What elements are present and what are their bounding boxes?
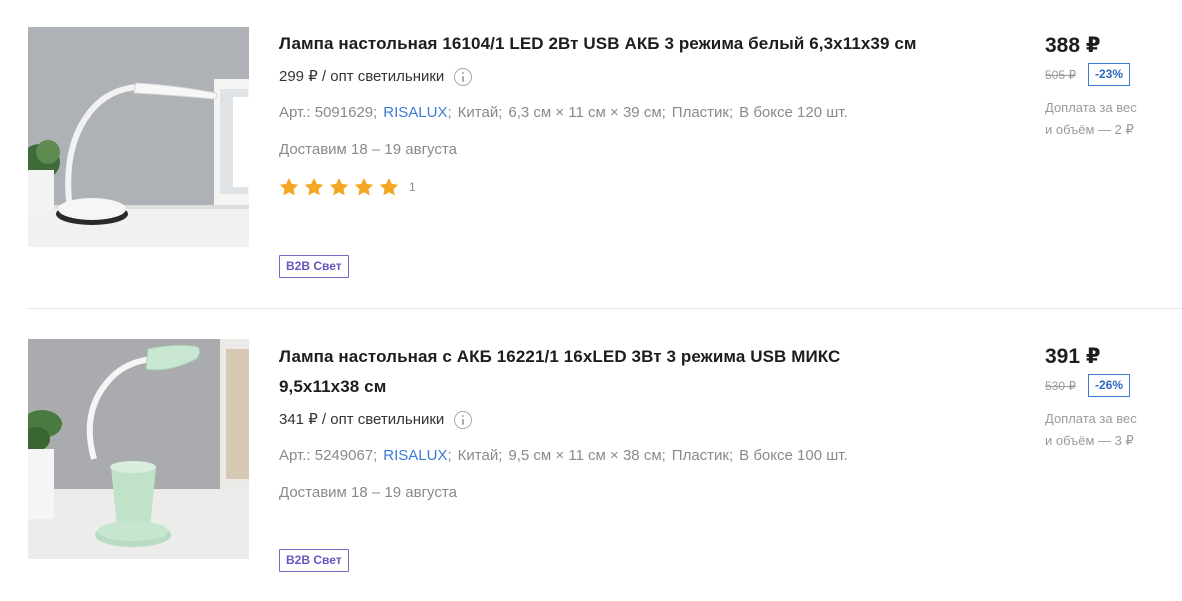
old-price-row: 505 ₽ -23% (1045, 63, 1175, 86)
product-image[interactable] (28, 27, 249, 247)
product-attributes: Арт.: 5249067; RISALUX; Китай; 9,5 см × 11 … (279, 447, 848, 464)
discount-badge: -23% (1088, 63, 1131, 86)
white-desk-lamp-image (28, 27, 249, 247)
box-quantity: В боксе 100 шт. (739, 447, 848, 464)
product-card: Лампа настольная 16104/1 LED 2Вт USB АКБ… (0, 0, 1182, 308)
opt-price-row: 341 ₽ / опт светильники (279, 409, 979, 431)
brand-link[interactable]: RISALUX (383, 447, 447, 464)
country: Китай; (457, 104, 503, 121)
extra-charge-note: Доплата за вес и объём — 2 ₽ (1045, 97, 1155, 141)
opt-price-row: 299 ₽ / опт светильники (279, 66, 979, 88)
mint-desk-lamp-image (28, 339, 249, 559)
star-icon (329, 178, 349, 196)
price-block: 388 ₽ 505 ₽ -23% Доплата за вес и объём … (1045, 33, 1175, 141)
star-icon (379, 178, 399, 196)
old-price: 505 ₽ (1045, 67, 1076, 82)
opt-price: 341 ₽ / опт светильники (279, 411, 445, 428)
current-price: 391 ₽ (1045, 345, 1101, 368)
info-icon[interactable] (454, 68, 473, 86)
delivery-date: Доставим 18 – 19 августа (279, 141, 457, 158)
extra-charge-line: и объём — 3 ₽ (1045, 433, 1134, 448)
product-attributes: Арт.: 5091629; RISALUX; Китай; 6,3 см × 11 … (279, 104, 848, 121)
star-icon (304, 178, 324, 196)
old-price-row: 530 ₽ -26% (1045, 374, 1175, 397)
opt-price: 299 ₽ / опт светильники (279, 68, 445, 85)
material: Пластик; (671, 447, 734, 464)
rating[interactable]: 1 (279, 177, 979, 197)
extra-charge-note: Доплата за вес и объём — 3 ₽ (1045, 408, 1155, 452)
product-info: Лампа настольная с АКБ 16221/1 16хLED 3В… (279, 342, 979, 504)
extra-charge-line: Доплата за вес (1045, 411, 1137, 426)
article: Арт.: 5091629; (279, 104, 378, 121)
brand-link[interactable]: RISALUX (383, 104, 447, 121)
dimensions: 6,3 см × 11 см × 39 см; (508, 104, 666, 121)
product-title[interactable]: Лампа настольная 16104/1 LED 2Вт USB АКБ… (279, 29, 979, 59)
extra-charge-line: и объём — 2 ₽ (1045, 122, 1134, 137)
delivery-date: Доставим 18 – 19 августа (279, 484, 457, 501)
product-image[interactable] (28, 339, 249, 559)
b2b-badge[interactable]: B2B Свет (279, 549, 349, 572)
b2b-badge[interactable]: B2B Свет (279, 255, 349, 278)
info-icon[interactable] (454, 411, 473, 429)
material: Пластик; (671, 104, 734, 121)
article: Арт.: 5249067; (279, 447, 378, 464)
current-price: 388 ₽ (1045, 34, 1101, 57)
country: Китай; (457, 447, 503, 464)
product-title[interactable]: Лампа настольная с АКБ 16221/1 16хLED 3В… (279, 342, 879, 402)
extra-charge-line: Доплата за вес (1045, 100, 1137, 115)
dimensions: 9,5 см × 11 см × 38 см; (508, 447, 666, 464)
product-list: Лампа настольная 16104/1 LED 2Вт USB АКБ… (0, 0, 1182, 601)
discount-badge: -26% (1088, 374, 1131, 397)
product-info: Лампа настольная 16104/1 LED 2Вт USB АКБ… (279, 29, 979, 197)
star-icon (354, 178, 374, 196)
old-price: 530 ₽ (1045, 378, 1076, 393)
reviews-count: 1 (409, 180, 416, 194)
star-icon (279, 178, 299, 196)
box-quantity: В боксе 120 шт. (739, 104, 848, 121)
product-card: Лампа настольная с АКБ 16221/1 16хLED 3В… (0, 309, 1182, 601)
price-block: 391 ₽ 530 ₽ -26% Доплата за вес и объём … (1045, 344, 1175, 452)
